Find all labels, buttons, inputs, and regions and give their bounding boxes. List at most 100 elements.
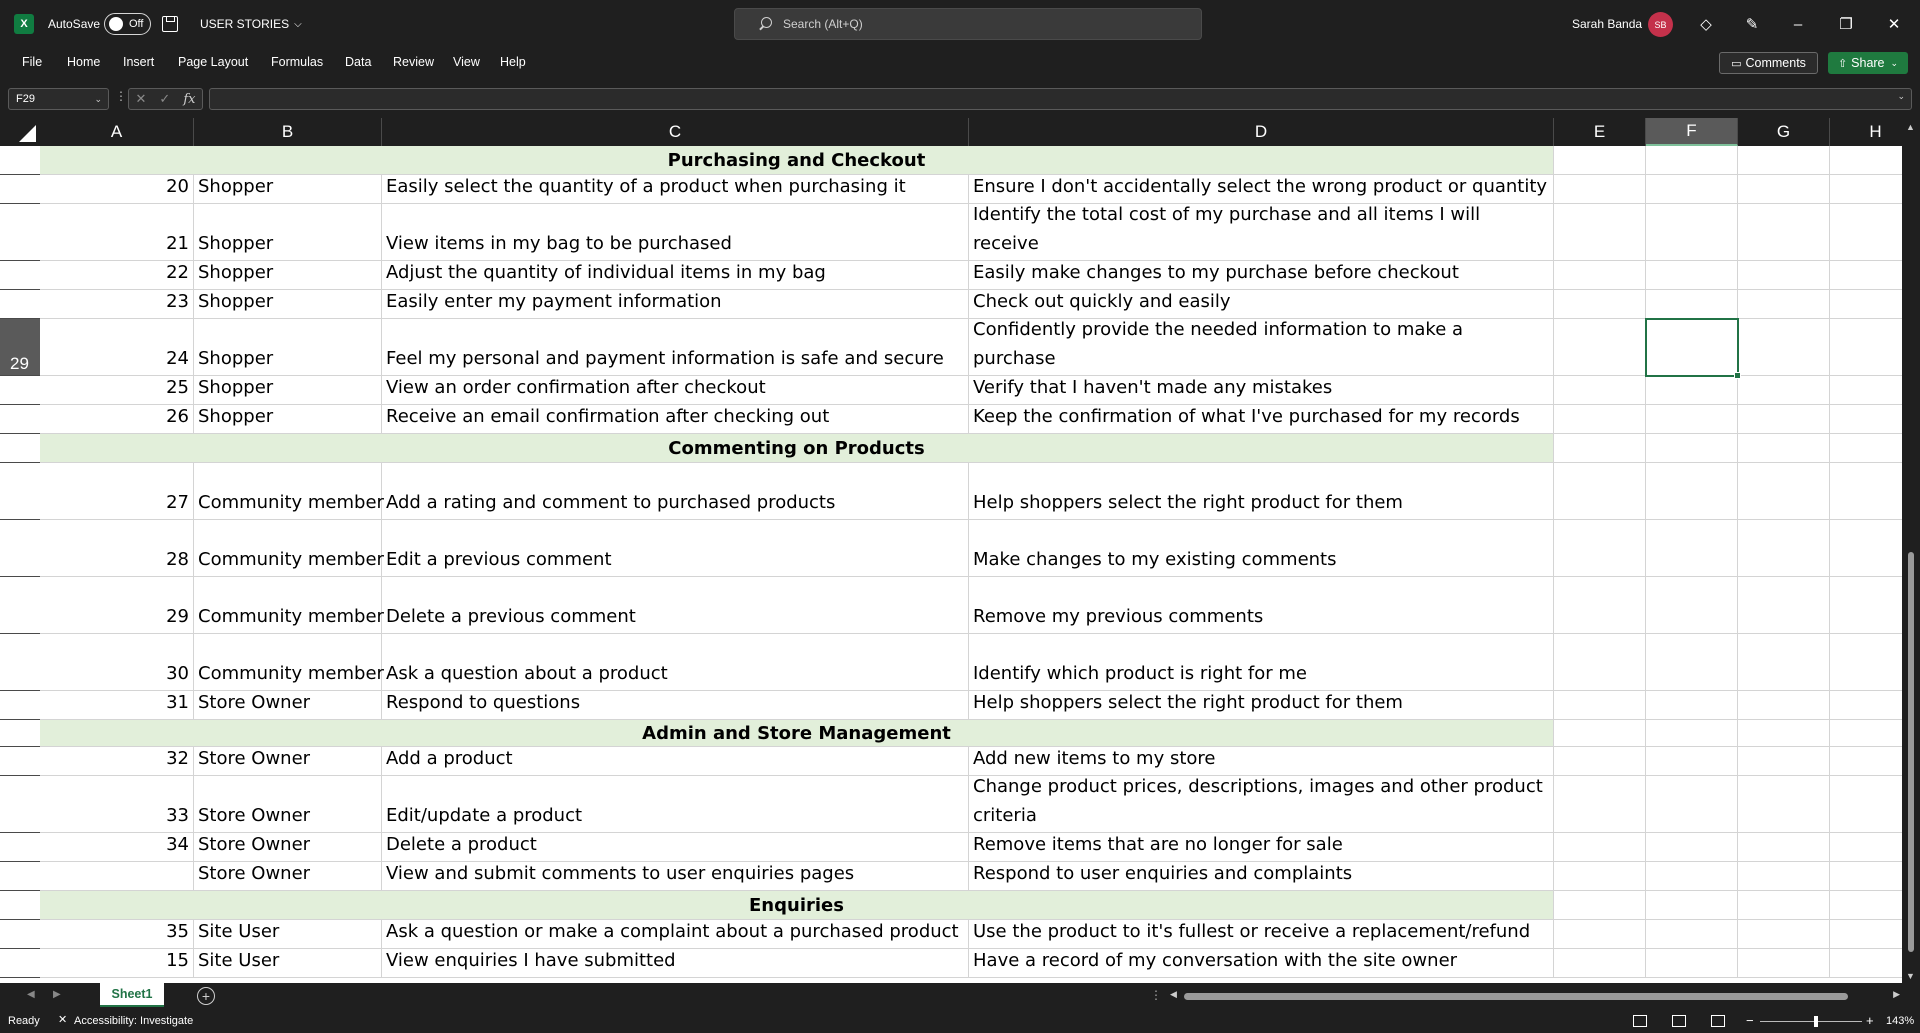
worksheet-grid[interactable]: ABCDEFGH 24 25 26 27 28 29 30 31 32 33 34 35 36 37 38 3… [0, 118, 1902, 983]
cell-d[interactable]: Ensure I don't accidentally select the w… [969, 175, 1554, 203]
cell-f[interactable] [1646, 434, 1738, 462]
cell-g[interactable] [1738, 747, 1830, 775]
column-header-h[interactable]: H [1830, 118, 1902, 146]
menu-file[interactable]: File [22, 55, 42, 69]
zoom-slider[interactable] [1760, 1021, 1862, 1022]
name-box[interactable]: F29 ⌄ [8, 88, 109, 110]
cell-g[interactable] [1738, 862, 1830, 890]
cell-h[interactable] [1830, 634, 1902, 690]
cell-f[interactable] [1646, 634, 1738, 690]
cell-f[interactable] [1646, 949, 1738, 977]
menu-help[interactable]: Help [500, 55, 526, 69]
cell-f[interactable] [1646, 520, 1738, 576]
cell-e[interactable] [1554, 376, 1646, 404]
cell-d[interactable]: Change product prices, descriptions, ima… [969, 776, 1554, 832]
row-header-39[interactable]: 39 [0, 747, 40, 776]
cell-c[interactable]: Add a rating and comment to purchased pr… [382, 463, 969, 519]
cell-b[interactable]: Store Owner [194, 862, 382, 890]
cell-a[interactable]: 33 [40, 776, 194, 832]
document-title-button[interactable]: USER STORIES ⌵ [200, 0, 302, 48]
column-header-d[interactable]: D [969, 118, 1554, 146]
menu-data[interactable]: Data [345, 55, 371, 69]
cell-g[interactable] [1738, 290, 1830, 318]
cell-b[interactable]: Site User [194, 949, 382, 977]
cell-a[interactable]: 15 [40, 949, 194, 977]
cell-d[interactable]: Make changes to my existing comments [969, 520, 1554, 576]
horizontal-scrollbar[interactable]: ◀ ▶ [1170, 989, 1900, 1001]
cell-b[interactable]: Site User [194, 920, 382, 948]
cell-a[interactable]: 25 [40, 376, 194, 404]
row-header-31[interactable]: 31 [0, 405, 40, 434]
formula-input[interactable]: ⌄ [209, 88, 1912, 110]
row-header-34[interactable]: 34 [0, 520, 40, 577]
cell-e[interactable] [1554, 463, 1646, 519]
cell-g[interactable] [1738, 434, 1830, 462]
menu-view[interactable]: View [453, 55, 480, 69]
cell-a[interactable]: 26 [40, 405, 194, 433]
cell-h[interactable] [1830, 920, 1902, 948]
cell-e[interactable] [1554, 776, 1646, 832]
cell-d[interactable]: Use the product to it's fullest or recei… [969, 920, 1554, 948]
cell-a[interactable]: 29 [40, 577, 194, 633]
cell-g[interactable] [1738, 634, 1830, 690]
row-header-45[interactable]: 45 [0, 949, 40, 978]
cell-h[interactable] [1830, 290, 1902, 318]
cell-h[interactable] [1830, 747, 1902, 775]
cell-d[interactable]: Respond to user enquiries and complaints [969, 862, 1554, 890]
cell-g[interactable] [1738, 577, 1830, 633]
cell-e[interactable] [1554, 949, 1646, 977]
cell-a[interactable]: 21 [40, 204, 194, 260]
cell-h[interactable] [1830, 146, 1902, 174]
cell-e[interactable] [1554, 891, 1646, 919]
autosave-toggle[interactable]: Off [104, 13, 151, 35]
tab-split-handle-icon[interactable]: ⋮ [1150, 988, 1162, 1002]
cell-a[interactable]: 20 [40, 175, 194, 203]
cell-c[interactable]: Ask a question or make a complaint about… [382, 920, 969, 948]
cell-f[interactable] [1646, 920, 1738, 948]
scroll-left-icon[interactable]: ◀ [1170, 989, 1177, 1000]
cell-a[interactable]: 22 [40, 261, 194, 289]
cell-h[interactable] [1830, 720, 1902, 746]
cell-b[interactable]: Community member [194, 634, 384, 690]
scroll-right-icon[interactable]: ▶ [1893, 989, 1900, 1000]
cell-f[interactable] [1646, 261, 1738, 289]
row-header-42[interactable]: 42 [0, 862, 40, 891]
restore-icon[interactable]: ❐ [1834, 12, 1858, 36]
row-header-35[interactable]: 35 [0, 577, 40, 634]
cell-a[interactable]: 31 [40, 691, 194, 719]
cell-c[interactable]: Delete a product [382, 833, 969, 861]
cell-f[interactable] [1646, 146, 1738, 174]
cell-c[interactable]: Adjust the quantity of individual items … [382, 261, 969, 289]
cell-b[interactable]: Community member [194, 577, 384, 633]
cell-d[interactable]: Identify which product is right for me [969, 634, 1554, 690]
prev-sheet-icon[interactable]: ◀ [27, 989, 35, 1000]
cell-b[interactable]: Shopper [194, 175, 382, 203]
cell-h[interactable] [1830, 891, 1902, 919]
row-header-38[interactable]: 38 [0, 720, 40, 747]
column-header-a[interactable]: A [40, 118, 194, 146]
cell-g[interactable] [1738, 833, 1830, 861]
cell-h[interactable] [1830, 463, 1902, 519]
cell-d[interactable]: Identify the total cost of my purchase a… [969, 204, 1554, 260]
cell-a[interactable]: 24 [40, 319, 194, 375]
cell-c[interactable]: Delete a previous comment [382, 577, 969, 633]
close-icon[interactable]: ✕ [1882, 12, 1906, 36]
cell-c[interactable]: Edit a previous comment [382, 520, 969, 576]
cell-d[interactable]: Keep the confirmation of what I've purch… [969, 405, 1554, 433]
avatar[interactable]: SB [1648, 12, 1673, 37]
diamond-icon[interactable]: ◇ [1694, 12, 1718, 36]
row-header-41[interactable]: 41 [0, 833, 40, 862]
cell-h[interactable] [1830, 949, 1902, 977]
row-header-36[interactable]: 36 [0, 634, 40, 691]
cell-d[interactable]: Confidently provide the needed informati… [969, 319, 1554, 375]
cell-c[interactable]: Feel my personal and payment information… [382, 319, 969, 375]
cell-g[interactable] [1738, 463, 1830, 519]
save-icon[interactable] [162, 16, 178, 32]
accessibility-button[interactable]: Accessibility: Investigate [58, 1013, 193, 1027]
cell-e[interactable] [1554, 175, 1646, 203]
row-header-33[interactable]: 33 [0, 463, 40, 520]
zoom-level[interactable]: 143% [1886, 1015, 1914, 1027]
column-header-b[interactable]: B [194, 118, 382, 146]
cell-h[interactable] [1830, 319, 1902, 375]
cell-a[interactable]: 32 [40, 747, 194, 775]
